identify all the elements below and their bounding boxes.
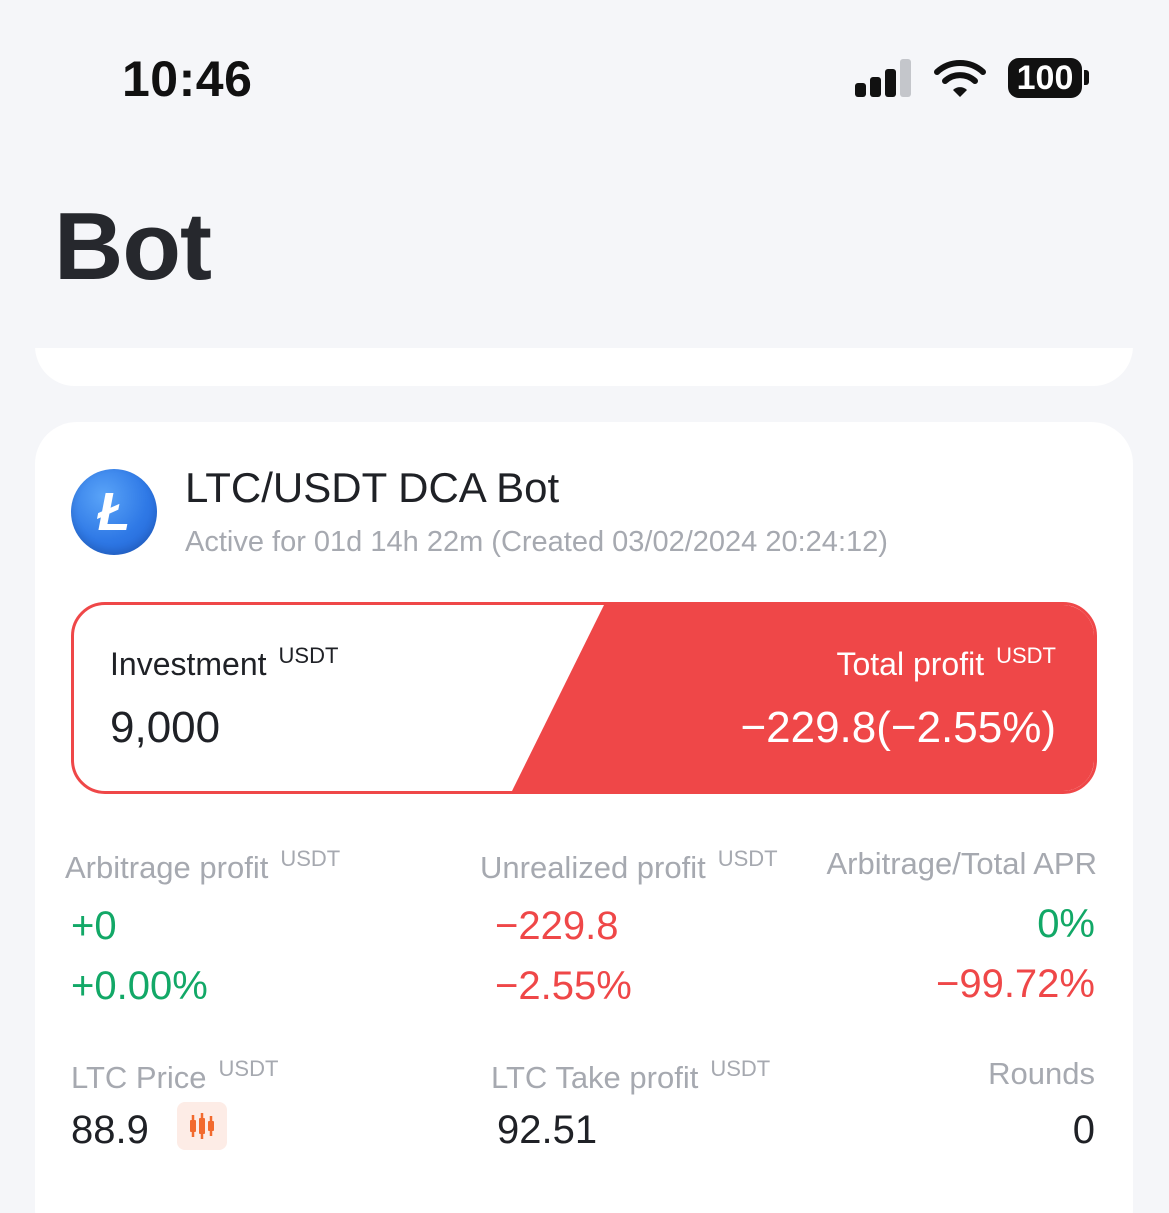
arbitrage-profit-percent: +0.00% — [71, 964, 208, 1008]
total-apr-value: −99.72% — [935, 962, 1095, 1006]
page-title: Bot — [54, 193, 212, 300]
rounds-label: Rounds — [988, 1056, 1095, 1091]
previous-bot-card[interactable] — [35, 348, 1133, 386]
wifi-icon — [934, 60, 986, 97]
total-profit-value: −229.8(−2.55%) — [740, 703, 1056, 752]
ltc-price-label: LTC Price USDT — [71, 1056, 279, 1095]
total-profit-unit: USDT — [996, 643, 1056, 668]
bot-active-duration: Active for 01d 14h 22m (Created 03/02/20… — [185, 526, 888, 558]
arbitrage-apr-value: 0% — [1037, 902, 1095, 946]
cellular-signal-icon — [855, 59, 913, 97]
ltc-price-value: 88.9 — [71, 1108, 149, 1152]
bot-title: LTC/USDT DCA Bot — [185, 464, 560, 511]
investment-unit: USDT — [278, 643, 339, 668]
status-time: 10:46 — [122, 51, 253, 107]
unrealized-profit-value: −229.8 — [495, 904, 619, 948]
arbitrage-profit-label: Arbitrage profit USDT — [65, 846, 341, 885]
total-profit-background — [512, 605, 1094, 791]
bot-card[interactable]: Ł LTC/USDT DCA Bot Active for 01d 14h 22… — [35, 422, 1133, 1213]
battery-tip — [1084, 70, 1089, 85]
unrealized-profit-label: Unrealized profit USDT — [480, 846, 778, 885]
unrealized-profit-percent: −2.55% — [495, 964, 632, 1008]
take-profit-value: 92.51 — [497, 1108, 598, 1152]
investment-label: Investment USDT — [110, 643, 339, 682]
candlestick-chart-button[interactable] — [177, 1102, 227, 1150]
arbitrage-profit-value: +0 — [71, 904, 117, 948]
battery-indicator: 100 — [1008, 58, 1082, 98]
investment-value: 9,000 — [110, 703, 221, 752]
total-profit-label: Total profit USDT — [836, 643, 1056, 682]
profit-banner: Investment USDT 9,000 Total profit USDT −2… — [71, 602, 1097, 794]
rounds-value: 0 — [1072, 1108, 1095, 1152]
apr-label: Arbitrage/Total APR — [826, 846, 1097, 881]
candlestick-icon — [190, 1113, 214, 1139]
take-profit-label: LTC Take profit USDT — [491, 1056, 771, 1095]
ltc-coin-icon: Ł — [71, 469, 157, 555]
